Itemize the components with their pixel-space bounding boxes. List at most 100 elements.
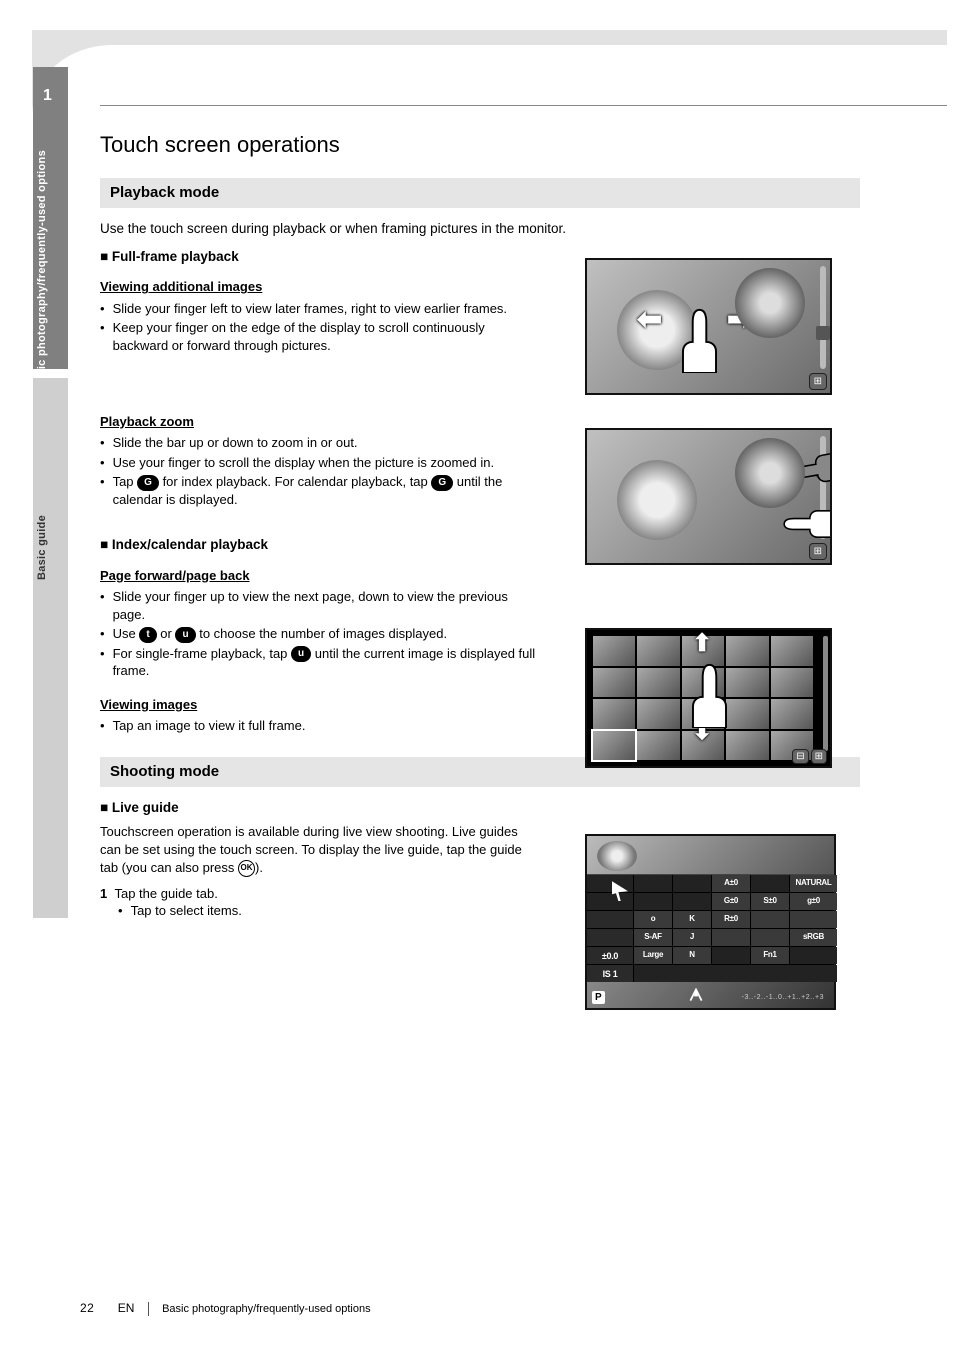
- scp-r4c4: [712, 929, 750, 946]
- scp-r5c1: ±0.0: [587, 947, 633, 964]
- footer-lang: EN: [118, 1301, 135, 1315]
- side-tab-lower-label: Basic guide: [35, 515, 50, 580]
- super-control-panel: A±0NATURAL G±0S±0g±0 oKR±0 S-AFJsRGB ±0.…: [585, 834, 836, 1010]
- corner-index-icon-1: ⊞: [809, 373, 827, 391]
- scp-r4c3: J: [673, 929, 711, 946]
- index-scrollbar: [823, 636, 828, 751]
- index-cal-heading-text: Index/calendar playback: [112, 537, 268, 552]
- scp-r4c6: sRGB: [790, 929, 837, 946]
- scp-r2c5: S±0: [751, 893, 789, 910]
- zoom-b1: •Slide the bar up or down to zoom in or …: [100, 434, 550, 452]
- scp-r1c5: [751, 875, 789, 892]
- scp-r4c5: [751, 929, 789, 946]
- viewing-b1-text: Tap an image to view it full frame.: [113, 717, 543, 735]
- live-guide-heading-text: Live guide: [112, 800, 179, 815]
- page-b3-text: For single-frame playback, tap u until t…: [113, 645, 543, 680]
- scp-r6c1: IS 1: [587, 965, 633, 982]
- index-minus-icon: ⊟: [792, 749, 808, 765]
- page-b3: •For single-frame playback, tap u until …: [100, 645, 550, 680]
- scp-r4c1: [587, 929, 633, 946]
- scp-r2c6: g±0: [790, 893, 837, 910]
- index-plus-icon: ⊞: [811, 749, 827, 765]
- footer-chapter: Basic photography/frequently-used option…: [162, 1303, 371, 1315]
- scp-r5c5: Fn1: [751, 947, 789, 964]
- scp-r3c3: K: [673, 911, 711, 928]
- header-curve: [32, 45, 947, 130]
- index-grid: ⊟⊞ ⬆ ⬇: [587, 630, 830, 766]
- scp-r3c4: R±0: [712, 911, 750, 928]
- zoom-b2: •Use your finger to scroll the display w…: [100, 454, 550, 472]
- scp-r1c6: NATURAL: [790, 875, 837, 892]
- scp-r3c1: [587, 911, 633, 928]
- minus-pill-icon: t: [139, 627, 156, 643]
- live-guide-heading: ■ Live guide: [100, 799, 540, 817]
- finger-icon-3: [682, 660, 737, 728]
- scp-container: A±0NATURAL G±0S±0g±0 oKR±0 S-AFJsRGB ±0.…: [587, 836, 834, 1008]
- scp-r3c2: o: [634, 911, 672, 928]
- flower-image-2: ⊞ ⬆: [587, 430, 830, 563]
- viewing-add-b2-text: Keep your finger on the edge of the disp…: [113, 319, 543, 354]
- plus-pill-icon-2: u: [291, 646, 311, 662]
- page-b1: •Slide your finger up to view the next p…: [100, 588, 550, 623]
- step-1-num: 1: [100, 886, 107, 901]
- live-guide-p1-pre: Touchscreen operation is available durin…: [100, 824, 522, 874]
- viewing-add-b2: •Keep your finger on the edge of the dis…: [100, 319, 550, 354]
- page-number: 22: [80, 1301, 94, 1315]
- index-cal-heading: ■ Index/calendar playback: [100, 536, 550, 554]
- scp-r5c6: [790, 947, 837, 964]
- viewing-b1: •Tap an image to view it full frame.: [100, 717, 550, 735]
- viewing-add-b1: •Slide your finger left to view later fr…: [100, 300, 550, 318]
- playback-zoom-label: Playback zoom: [100, 413, 194, 431]
- scp-r2c1: [587, 893, 633, 910]
- zoom-b3: •Tap G for index playback. For calendar …: [100, 473, 550, 508]
- viewing-additional-label: Viewing additional images: [100, 278, 262, 296]
- live-guide-p1: Touchscreen operation is available durin…: [100, 823, 535, 876]
- scp-r3c6: [790, 911, 837, 928]
- arrow-left-icon: ⬅: [637, 300, 662, 341]
- scp-mode-badge: P: [592, 991, 605, 1005]
- zoom-slider-1: [820, 266, 826, 369]
- footer: 22 EN Basic photography/frequently-used …: [80, 1300, 371, 1317]
- page-title: Touch screen operations: [100, 130, 860, 160]
- scp-r2c2: [634, 893, 672, 910]
- index-icon-pill: G: [137, 475, 159, 491]
- page-b1-text: Slide your finger up to view the next pa…: [113, 588, 543, 623]
- scp-r2c3: [673, 893, 711, 910]
- page-b2-pre: Use: [113, 626, 136, 641]
- viewing-images-label: Viewing images: [100, 696, 197, 714]
- arrow-right-icon: ➡: [727, 300, 752, 341]
- ok-button-icon: OK: [238, 860, 255, 877]
- index-icon-pill-2: G: [431, 475, 453, 491]
- screenshot-swipe-lr: ⊞ ⬅ ➡: [585, 258, 832, 395]
- step-1-sub-text: Tap to select items.: [131, 902, 540, 920]
- scp-preview: [587, 836, 834, 874]
- viewing-add-b1-text: Slide your finger left to view later fra…: [113, 300, 543, 318]
- finger-icon-2b: [780, 502, 830, 546]
- page-b2-mid: or: [160, 626, 172, 641]
- finger-icon-1: [672, 305, 727, 373]
- side-tab-upper-label: Basic photography/frequently-used option…: [35, 150, 50, 390]
- screenshot-index-grid: ⊟⊞ ⬆ ⬇: [585, 628, 832, 768]
- plus-pill-icon: u: [175, 627, 195, 643]
- page-b2: •Use t or u to choose the number of imag…: [100, 625, 550, 643]
- footer-divider: [148, 1302, 149, 1316]
- fullframe-heading-text: Full-frame playback: [112, 249, 239, 264]
- step-1-text: Tap the guide tab.: [114, 886, 217, 901]
- page-fwd-label: Page forward/page back: [100, 567, 250, 585]
- index-zoom-buttons: ⊟⊞: [792, 749, 827, 765]
- index-arrow-up-icon: ⬆: [692, 628, 712, 660]
- zoom-b3-post: for index playback. For calendar playbac…: [163, 474, 428, 489]
- header-divider: [100, 105, 947, 106]
- scp-r2c4: G±0: [712, 893, 750, 910]
- zoom-b3-text: Tap G for index playback. For calendar p…: [113, 473, 543, 508]
- zoom-b1-text: Slide the bar up or down to zoom in or o…: [113, 434, 543, 452]
- scp-r5c3: N: [673, 947, 711, 964]
- scp-r1c3: [673, 875, 711, 892]
- scp-r5c2: Large: [634, 947, 672, 964]
- scp-bottom-bar: P -3..-2..-1..0..+1..+2..+3: [587, 982, 834, 1008]
- scp-r3c5: [751, 911, 789, 928]
- fullframe-heading: ■ Full-frame playback: [100, 248, 550, 266]
- zoom-slider-knob-1: [816, 326, 830, 340]
- zoom-b3-pre: Tap: [113, 474, 134, 489]
- scp-guide-tab-arrow-icon: [689, 988, 703, 1002]
